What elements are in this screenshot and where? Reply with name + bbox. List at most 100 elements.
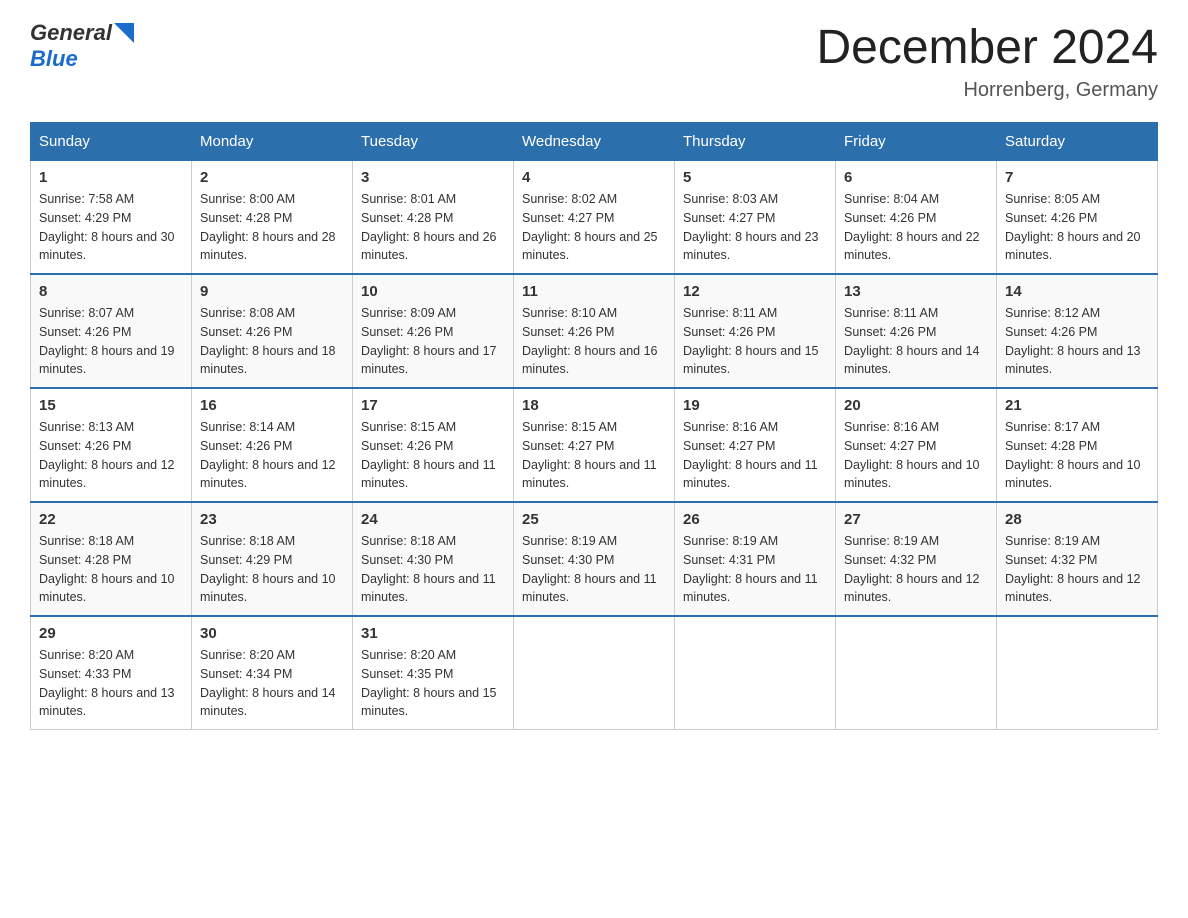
col-wednesday: Wednesday (514, 123, 675, 161)
day-info: Sunrise: 8:13 AMSunset: 4:26 PMDaylight:… (39, 418, 183, 493)
day-number: 1 (39, 169, 183, 186)
day-number: 22 (39, 511, 183, 528)
day-number: 8 (39, 283, 183, 300)
table-row: 23Sunrise: 8:18 AMSunset: 4:29 PMDayligh… (192, 502, 353, 616)
day-number: 14 (1005, 283, 1149, 300)
table-row: 20Sunrise: 8:16 AMSunset: 4:27 PMDayligh… (836, 388, 997, 502)
day-info: Sunrise: 8:05 AMSunset: 4:26 PMDaylight:… (1005, 190, 1149, 265)
day-info: Sunrise: 8:16 AMSunset: 4:27 PMDaylight:… (683, 418, 827, 493)
day-number: 20 (844, 397, 988, 414)
table-row: 9 Sunrise: 8:08 AMSunset: 4:26 PMDaylight… (192, 274, 353, 388)
table-row: 27Sunrise: 8:19 AMSunset: 4:32 PMDayligh… (836, 502, 997, 616)
col-tuesday: Tuesday (353, 123, 514, 161)
day-info: Sunrise: 8:18 AMSunset: 4:28 PMDaylight:… (39, 532, 183, 607)
day-info: Sunrise: 8:19 AMSunset: 4:30 PMDaylight:… (522, 532, 666, 607)
table-row: 24 Sunrise: 8:18 AMSunset: 4:30 PMDayligh… (353, 502, 514, 616)
day-info: Sunrise: 8:19 AMSunset: 4:32 PMDaylight:… (844, 532, 988, 607)
day-number: 23 (200, 511, 344, 528)
day-number: 18 (522, 397, 666, 414)
day-info: Sunrise: 8:04 AMSunset: 4:26 PMDaylight:… (844, 190, 988, 265)
day-info: Sunrise: 8:19 AMSunset: 4:31 PMDaylight:… (683, 532, 827, 607)
table-row: 19 Sunrise: 8:16 AMSunset: 4:27 PMDayligh… (675, 388, 836, 502)
calendar-table: Sunday Monday Tuesday Wednesday Thursday… (30, 122, 1158, 730)
col-monday: Monday (192, 123, 353, 161)
table-row: 25 Sunrise: 8:19 AMSunset: 4:30 PMDayligh… (514, 502, 675, 616)
day-info: Sunrise: 8:02 AMSunset: 4:27 PMDaylight:… (522, 190, 666, 265)
day-number: 7 (1005, 169, 1149, 186)
day-number: 26 (683, 511, 827, 528)
day-number: 11 (522, 283, 666, 300)
title-area: December 2024 Horrenberg, Germany (816, 20, 1158, 102)
day-info: Sunrise: 8:11 AMSunset: 4:26 PMDaylight:… (844, 304, 988, 379)
table-row: 15 Sunrise: 8:13 AMSunset: 4:26 PMDayligh… (31, 388, 192, 502)
day-info: Sunrise: 8:17 AMSunset: 4:28 PMDaylight:… (1005, 418, 1149, 493)
table-row: 26 Sunrise: 8:19 AMSunset: 4:31 PMDayligh… (675, 502, 836, 616)
col-saturday: Saturday (997, 123, 1158, 161)
day-info: Sunrise: 8:20 AMSunset: 4:33 PMDaylight:… (39, 646, 183, 721)
day-number: 30 (200, 625, 344, 642)
header-row: Sunday Monday Tuesday Wednesday Thursday… (31, 123, 1158, 161)
table-row: 6 Sunrise: 8:04 AMSunset: 4:26 PMDaylight… (836, 161, 997, 275)
table-row: 31Sunrise: 8:20 AMSunset: 4:35 PMDayligh… (353, 616, 514, 730)
table-row: 18 Sunrise: 8:15 AMSunset: 4:27 PMDayligh… (514, 388, 675, 502)
table-row (675, 616, 836, 730)
table-row: 1Sunrise: 7:58 AMSunset: 4:29 PMDaylight… (31, 161, 192, 275)
day-number: 3 (361, 169, 505, 186)
table-row: 21 Sunrise: 8:17 AMSunset: 4:28 PMDayligh… (997, 388, 1158, 502)
table-row: 3 Sunrise: 8:01 AMSunset: 4:28 PMDaylight… (353, 161, 514, 275)
calendar-week-row: 22 Sunrise: 8:18 AMSunset: 4:28 PMDayligh… (31, 502, 1158, 616)
logo-general-text: General (30, 20, 112, 46)
col-thursday: Thursday (675, 123, 836, 161)
day-info: Sunrise: 8:10 AMSunset: 4:26 PMDaylight:… (522, 304, 666, 379)
day-number: 13 (844, 283, 988, 300)
table-row (514, 616, 675, 730)
day-number: 6 (844, 169, 988, 186)
logo-triangle-icon (114, 23, 134, 43)
day-number: 5 (683, 169, 827, 186)
col-sunday: Sunday (31, 123, 192, 161)
day-number: 10 (361, 283, 505, 300)
day-number: 29 (39, 625, 183, 642)
day-info: Sunrise: 8:18 AMSunset: 4:30 PMDaylight:… (361, 532, 505, 607)
table-row: 29 Sunrise: 8:20 AMSunset: 4:33 PMDayligh… (31, 616, 192, 730)
location-title: Horrenberg, Germany (816, 79, 1158, 102)
day-info: Sunrise: 8:07 AMSunset: 4:26 PMDaylight:… (39, 304, 183, 379)
table-row: 16Sunrise: 8:14 AMSunset: 4:26 PMDayligh… (192, 388, 353, 502)
day-number: 24 (361, 511, 505, 528)
day-info: Sunrise: 8:15 AMSunset: 4:27 PMDaylight:… (522, 418, 666, 493)
day-number: 19 (683, 397, 827, 414)
table-row: 4 Sunrise: 8:02 AMSunset: 4:27 PMDaylight… (514, 161, 675, 275)
day-number: 2 (200, 169, 344, 186)
day-number: 12 (683, 283, 827, 300)
calendar-week-row: 29 Sunrise: 8:20 AMSunset: 4:33 PMDayligh… (31, 616, 1158, 730)
table-row: 30 Sunrise: 8:20 AMSunset: 4:34 PMDayligh… (192, 616, 353, 730)
logo: General Blue (30, 20, 134, 72)
table-row: 22 Sunrise: 8:18 AMSunset: 4:28 PMDayligh… (31, 502, 192, 616)
day-number: 25 (522, 511, 666, 528)
table-row: 2 Sunrise: 8:00 AMSunset: 4:28 PMDaylight… (192, 161, 353, 275)
table-row: 11 Sunrise: 8:10 AMSunset: 4:26 PMDayligh… (514, 274, 675, 388)
day-info: Sunrise: 8:20 AMSunset: 4:34 PMDaylight:… (200, 646, 344, 721)
day-info: Sunrise: 8:03 AMSunset: 4:27 PMDaylight:… (683, 190, 827, 265)
calendar-week-row: 15 Sunrise: 8:13 AMSunset: 4:26 PMDayligh… (31, 388, 1158, 502)
page-header: General Blue December 2024 Horrenberg, G… (30, 20, 1158, 102)
day-number: 15 (39, 397, 183, 414)
day-number: 28 (1005, 511, 1149, 528)
day-number: 21 (1005, 397, 1149, 414)
day-info: Sunrise: 8:08 AMSunset: 4:26 PMDaylight:… (200, 304, 344, 379)
table-row (836, 616, 997, 730)
day-number: 9 (200, 283, 344, 300)
day-info: Sunrise: 8:01 AMSunset: 4:28 PMDaylight:… (361, 190, 505, 265)
table-row: 28Sunrise: 8:19 AMSunset: 4:32 PMDayligh… (997, 502, 1158, 616)
table-row: 10Sunrise: 8:09 AMSunset: 4:26 PMDayligh… (353, 274, 514, 388)
day-number: 4 (522, 169, 666, 186)
month-title: December 2024 (816, 20, 1158, 75)
calendar-week-row: 8 Sunrise: 8:07 AMSunset: 4:26 PMDaylight… (31, 274, 1158, 388)
table-row: 5 Sunrise: 8:03 AMSunset: 4:27 PMDaylight… (675, 161, 836, 275)
table-row (997, 616, 1158, 730)
day-info: Sunrise: 8:14 AMSunset: 4:26 PMDaylight:… (200, 418, 344, 493)
day-number: 17 (361, 397, 505, 414)
day-info: Sunrise: 8:00 AMSunset: 4:28 PMDaylight:… (200, 190, 344, 265)
table-row: 17Sunrise: 8:15 AMSunset: 4:26 PMDayligh… (353, 388, 514, 502)
day-info: Sunrise: 8:11 AMSunset: 4:26 PMDaylight:… (683, 304, 827, 379)
